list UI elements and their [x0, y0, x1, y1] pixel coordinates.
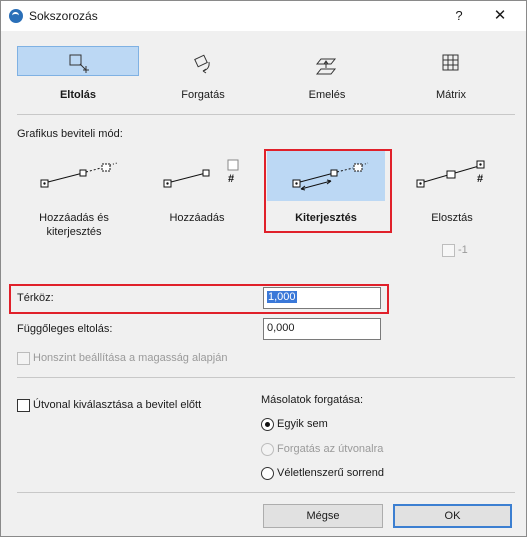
mode-label-add-and-extend: Hozzáadás és kiterjesztés: [39, 212, 109, 238]
rotation-none-label: Egyik sem: [277, 418, 328, 430]
help-button[interactable]: ?: [449, 6, 469, 26]
path-select-label: Útvonal kiválasztása a bevitel előtt: [33, 399, 202, 411]
tab-matrix[interactable]: Mátrix: [390, 46, 512, 110]
story-checkbox-label: Honszint beállítása a magasság alapján: [33, 352, 228, 364]
tab-label-elevate: Emelés: [308, 89, 346, 101]
operation-tabs: Eltolás Forgatás Emelés Mátrix: [17, 46, 515, 110]
divider: [17, 377, 515, 378]
rotation-label: Másolatok forgatása:: [261, 394, 364, 406]
window-title: Sokszorozás: [29, 9, 98, 23]
app-logo-icon: [9, 9, 23, 23]
tab-label-rotate: Forgatás: [181, 89, 225, 101]
dialog-window: Sokszorozás ? ✕ Eltolás Forgatás Emelés …: [0, 0, 527, 537]
rotation-random-radio[interactable]: [261, 467, 274, 480]
rotate-icon: [194, 54, 210, 74]
add-diagram-icon: #: [163, 159, 239, 188]
minus-one-label: -1: [458, 244, 468, 256]
elevate-icon: [315, 58, 337, 75]
tab-label-move: Eltolás: [59, 89, 97, 101]
mode-distribute[interactable]: # Elosztás: [391, 151, 513, 241]
rotation-random-label: Véletlenszerű sorrend: [277, 467, 385, 479]
tab-label-matrix: Mátrix: [436, 89, 466, 101]
rotation-along-path-label: Forgatás az útvonalra: [277, 443, 384, 455]
spacing-value: 1,000: [267, 291, 297, 303]
mode-highlight-frame: [264, 149, 392, 233]
title-bar: Sokszorozás ? ✕: [1, 1, 526, 31]
tab-elevate[interactable]: Emelés: [266, 46, 388, 110]
divider: [17, 114, 515, 115]
vertical-offset-value: 0,000: [267, 322, 295, 334]
cancel-button[interactable]: Mégse: [263, 504, 383, 528]
move-icon: [69, 54, 89, 73]
mode-add[interactable]: # Hozzáadás: [136, 151, 258, 241]
tab-move[interactable]: Eltolás: [17, 46, 139, 110]
ok-button[interactable]: OK: [393, 504, 512, 528]
rotation-along-path-radio[interactable]: [261, 443, 274, 456]
spacing-input[interactable]: 1,000: [263, 287, 381, 309]
count-marker: #: [228, 173, 234, 185]
mode-label-distribute: Elosztás: [431, 212, 473, 224]
close-button[interactable]: ✕: [490, 6, 510, 26]
mode-add-and-extend[interactable]: Hozzáadás és kiterjesztés: [13, 151, 135, 241]
minus-one-checkbox[interactable]: [442, 244, 455, 257]
divider: [17, 492, 515, 493]
vertical-offset-input[interactable]: 0,000: [263, 318, 381, 340]
add-and-extend-diagram-icon: [40, 162, 118, 188]
distribute-diagram-icon: #: [416, 160, 485, 188]
count-marker: #: [477, 173, 483, 185]
spacing-label: Térköz:: [17, 292, 54, 304]
matrix-icon: [442, 54, 459, 71]
path-select-checkbox[interactable]: [17, 399, 30, 412]
mode-label-add: Hozzáadás: [169, 212, 225, 224]
rotation-none-radio[interactable]: [261, 418, 274, 431]
story-checkbox[interactable]: [17, 352, 30, 365]
vertical-offset-label: Függőleges eltolás:: [17, 323, 113, 335]
input-mode-label: Grafikus beviteli mód:: [17, 128, 123, 140]
tab-rotate[interactable]: Forgatás: [142, 46, 264, 110]
